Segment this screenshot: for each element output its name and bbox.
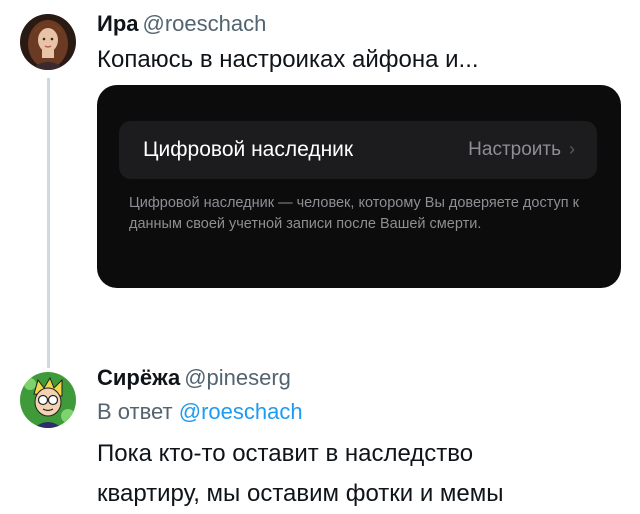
tweet-text: Пока кто-то оставит в наследство квартир… — [97, 434, 504, 514]
avatar-seryozha[interactable] — [20, 372, 76, 428]
tweet-original[interactable]: Ира @roeschach Копаюсь в настроиках айфон… — [97, 10, 479, 76]
setting-description: Цифровой наследник — человек, которому В… — [129, 195, 579, 232]
author-name[interactable]: Ира — [97, 11, 139, 36]
chevron-right-icon: › — [569, 139, 575, 159]
reply-to-handle-link[interactable]: @roeschach — [179, 399, 303, 424]
embedded-screenshot[interactable]: Цифровой наследник Настроить › Цифровой н… — [97, 85, 621, 288]
reply-context: В ответ @roeschach — [97, 398, 504, 426]
setup-button[interactable]: Настроить › — [468, 139, 575, 161]
author-handle[interactable]: @pineserg — [184, 365, 291, 390]
tweet-text: Копаюсь в настроиках айфона и... — [97, 46, 479, 73]
woman-portrait-icon — [20, 14, 76, 70]
setting-label: Цифровой наследник — [143, 138, 354, 161]
tweet-reply[interactable]: Сирёжа @pineserg В ответ @roeschach Пока … — [97, 364, 504, 514]
digital-heir-setting-row[interactable]: Цифровой наследник Настроить › — [119, 121, 597, 179]
thread-connector-line — [47, 78, 50, 368]
tweet-text-line: Пока кто-то оставит в наследство — [97, 440, 474, 467]
tweet-header: Сирёжа @pineserg — [97, 364, 504, 392]
setup-button-label: Настроить — [468, 139, 561, 160]
tweet-text-line: квартиру, мы оставим фотки и мемы — [97, 480, 504, 507]
tweet-header: Ира @roeschach — [97, 10, 479, 38]
author-name[interactable]: Сирёжа — [97, 365, 180, 390]
author-handle[interactable]: @roeschach — [143, 11, 267, 36]
cartoon-boy-icon — [20, 372, 76, 428]
reply-prefix: В ответ — [97, 399, 173, 424]
avatar-ira[interactable] — [20, 14, 76, 70]
